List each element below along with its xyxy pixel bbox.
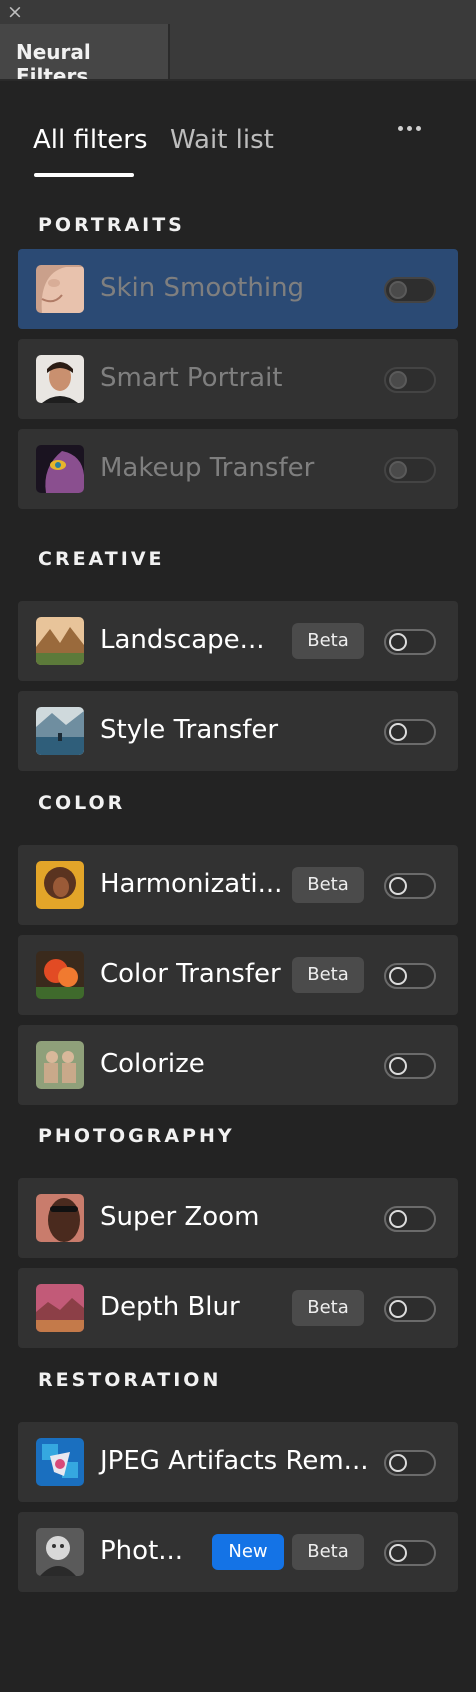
filter-toggle[interactable]	[384, 1296, 436, 1322]
tab-all-filters[interactable]: All filters	[33, 125, 148, 155]
filter-label: Harmonizati...	[100, 869, 283, 899]
filter-label: Smart Portrait	[100, 363, 283, 393]
filter-row-skin-smoothing[interactable]: Skin Smoothing	[18, 249, 458, 329]
filter-row-super-zoom[interactable]: Super Zoom	[18, 1178, 458, 1258]
filter-tabs: All filters Wait list	[0, 81, 476, 181]
landscape-thumbnail	[36, 617, 84, 665]
section-portraits-heading: PORTRAITS	[38, 214, 185, 236]
window-titlebar: ×	[0, 0, 476, 24]
section-color-heading: COLOR	[38, 792, 126, 814]
filter-label: Makeup Transfer	[100, 453, 315, 483]
filter-row-color-transfer[interactable]: Color Transfer Beta	[18, 935, 458, 1015]
neural-filters-panel: All filters Wait list PORTRAITS Skin Smo…	[0, 81, 476, 1692]
filter-toggle[interactable]	[384, 719, 436, 745]
harmonization-thumbnail	[36, 861, 84, 909]
filter-row-jpeg-artifacts-removal[interactable]: JPEG Artifacts Rem...	[18, 1422, 458, 1502]
filter-label: Style Transfer	[100, 715, 279, 745]
filter-toggle[interactable]	[384, 1206, 436, 1232]
filter-row-harmonization[interactable]: Harmonizati... Beta	[18, 845, 458, 925]
filter-label: Colorize	[100, 1049, 205, 1079]
more-options-icon[interactable]	[397, 119, 423, 137]
section-creative-heading: CREATIVE	[38, 548, 165, 570]
filter-row-photo-restoration[interactable]: Phot... New Beta	[18, 1512, 458, 1592]
filter-label: Depth Blur	[100, 1292, 240, 1322]
jpeg-artifacts-thumbnail	[36, 1438, 84, 1486]
close-icon[interactable]: ×	[5, 0, 25, 24]
colorize-thumbnail	[36, 1041, 84, 1089]
makeup-transfer-thumbnail	[36, 445, 84, 493]
skin-smoothing-thumbnail	[36, 265, 84, 313]
filter-label: Color Transfer	[100, 959, 281, 989]
filter-toggle[interactable]	[384, 873, 436, 899]
super-zoom-thumbnail	[36, 1194, 84, 1242]
filter-toggle[interactable]	[384, 277, 436, 303]
filter-row-depth-blur[interactable]: Depth Blur Beta	[18, 1268, 458, 1348]
filter-row-smart-portrait[interactable]: Smart Portrait	[18, 339, 458, 419]
panel-tab-neural-filters[interactable]: Neural Filters	[0, 24, 170, 88]
filter-toggle[interactable]	[384, 963, 436, 989]
active-tab-indicator	[34, 173, 134, 177]
filter-label: Landscape...	[100, 625, 265, 655]
filter-toggle[interactable]	[384, 1540, 436, 1566]
beta-badge: Beta	[292, 957, 364, 993]
filter-row-colorize[interactable]: Colorize	[18, 1025, 458, 1105]
filter-label: JPEG Artifacts Rem...	[100, 1446, 369, 1476]
filter-row-style-transfer[interactable]: Style Transfer	[18, 691, 458, 771]
filter-toggle[interactable]	[384, 1053, 436, 1079]
filter-toggle[interactable]	[384, 1450, 436, 1476]
filter-label: Skin Smoothing	[100, 273, 305, 303]
filter-toggle[interactable]	[384, 629, 436, 655]
beta-badge: Beta	[292, 1534, 364, 1570]
beta-badge: Beta	[292, 1290, 364, 1326]
smart-portrait-thumbnail	[36, 355, 84, 403]
depth-blur-thumbnail	[36, 1284, 84, 1332]
filter-toggle[interactable]	[384, 367, 436, 393]
panel-tab-bar: Neural Filters	[0, 24, 476, 88]
filter-row-landscape[interactable]: Landscape... Beta	[18, 601, 458, 681]
style-transfer-thumbnail	[36, 707, 84, 755]
beta-badge: Beta	[292, 623, 364, 659]
section-restoration-heading: RESTORATION	[38, 1369, 222, 1391]
color-transfer-thumbnail	[36, 951, 84, 999]
filter-label: Super Zoom	[100, 1202, 260, 1232]
beta-badge: Beta	[292, 867, 364, 903]
filter-toggle[interactable]	[384, 457, 436, 483]
new-badge: New	[212, 1534, 284, 1570]
filter-label: Phot...	[100, 1536, 184, 1566]
photo-restoration-thumbnail	[36, 1528, 84, 1576]
filter-row-makeup-transfer[interactable]: Makeup Transfer	[18, 429, 458, 509]
tab-wait-list[interactable]: Wait list	[170, 125, 274, 155]
section-photography-heading: PHOTOGRAPHY	[38, 1125, 235, 1147]
